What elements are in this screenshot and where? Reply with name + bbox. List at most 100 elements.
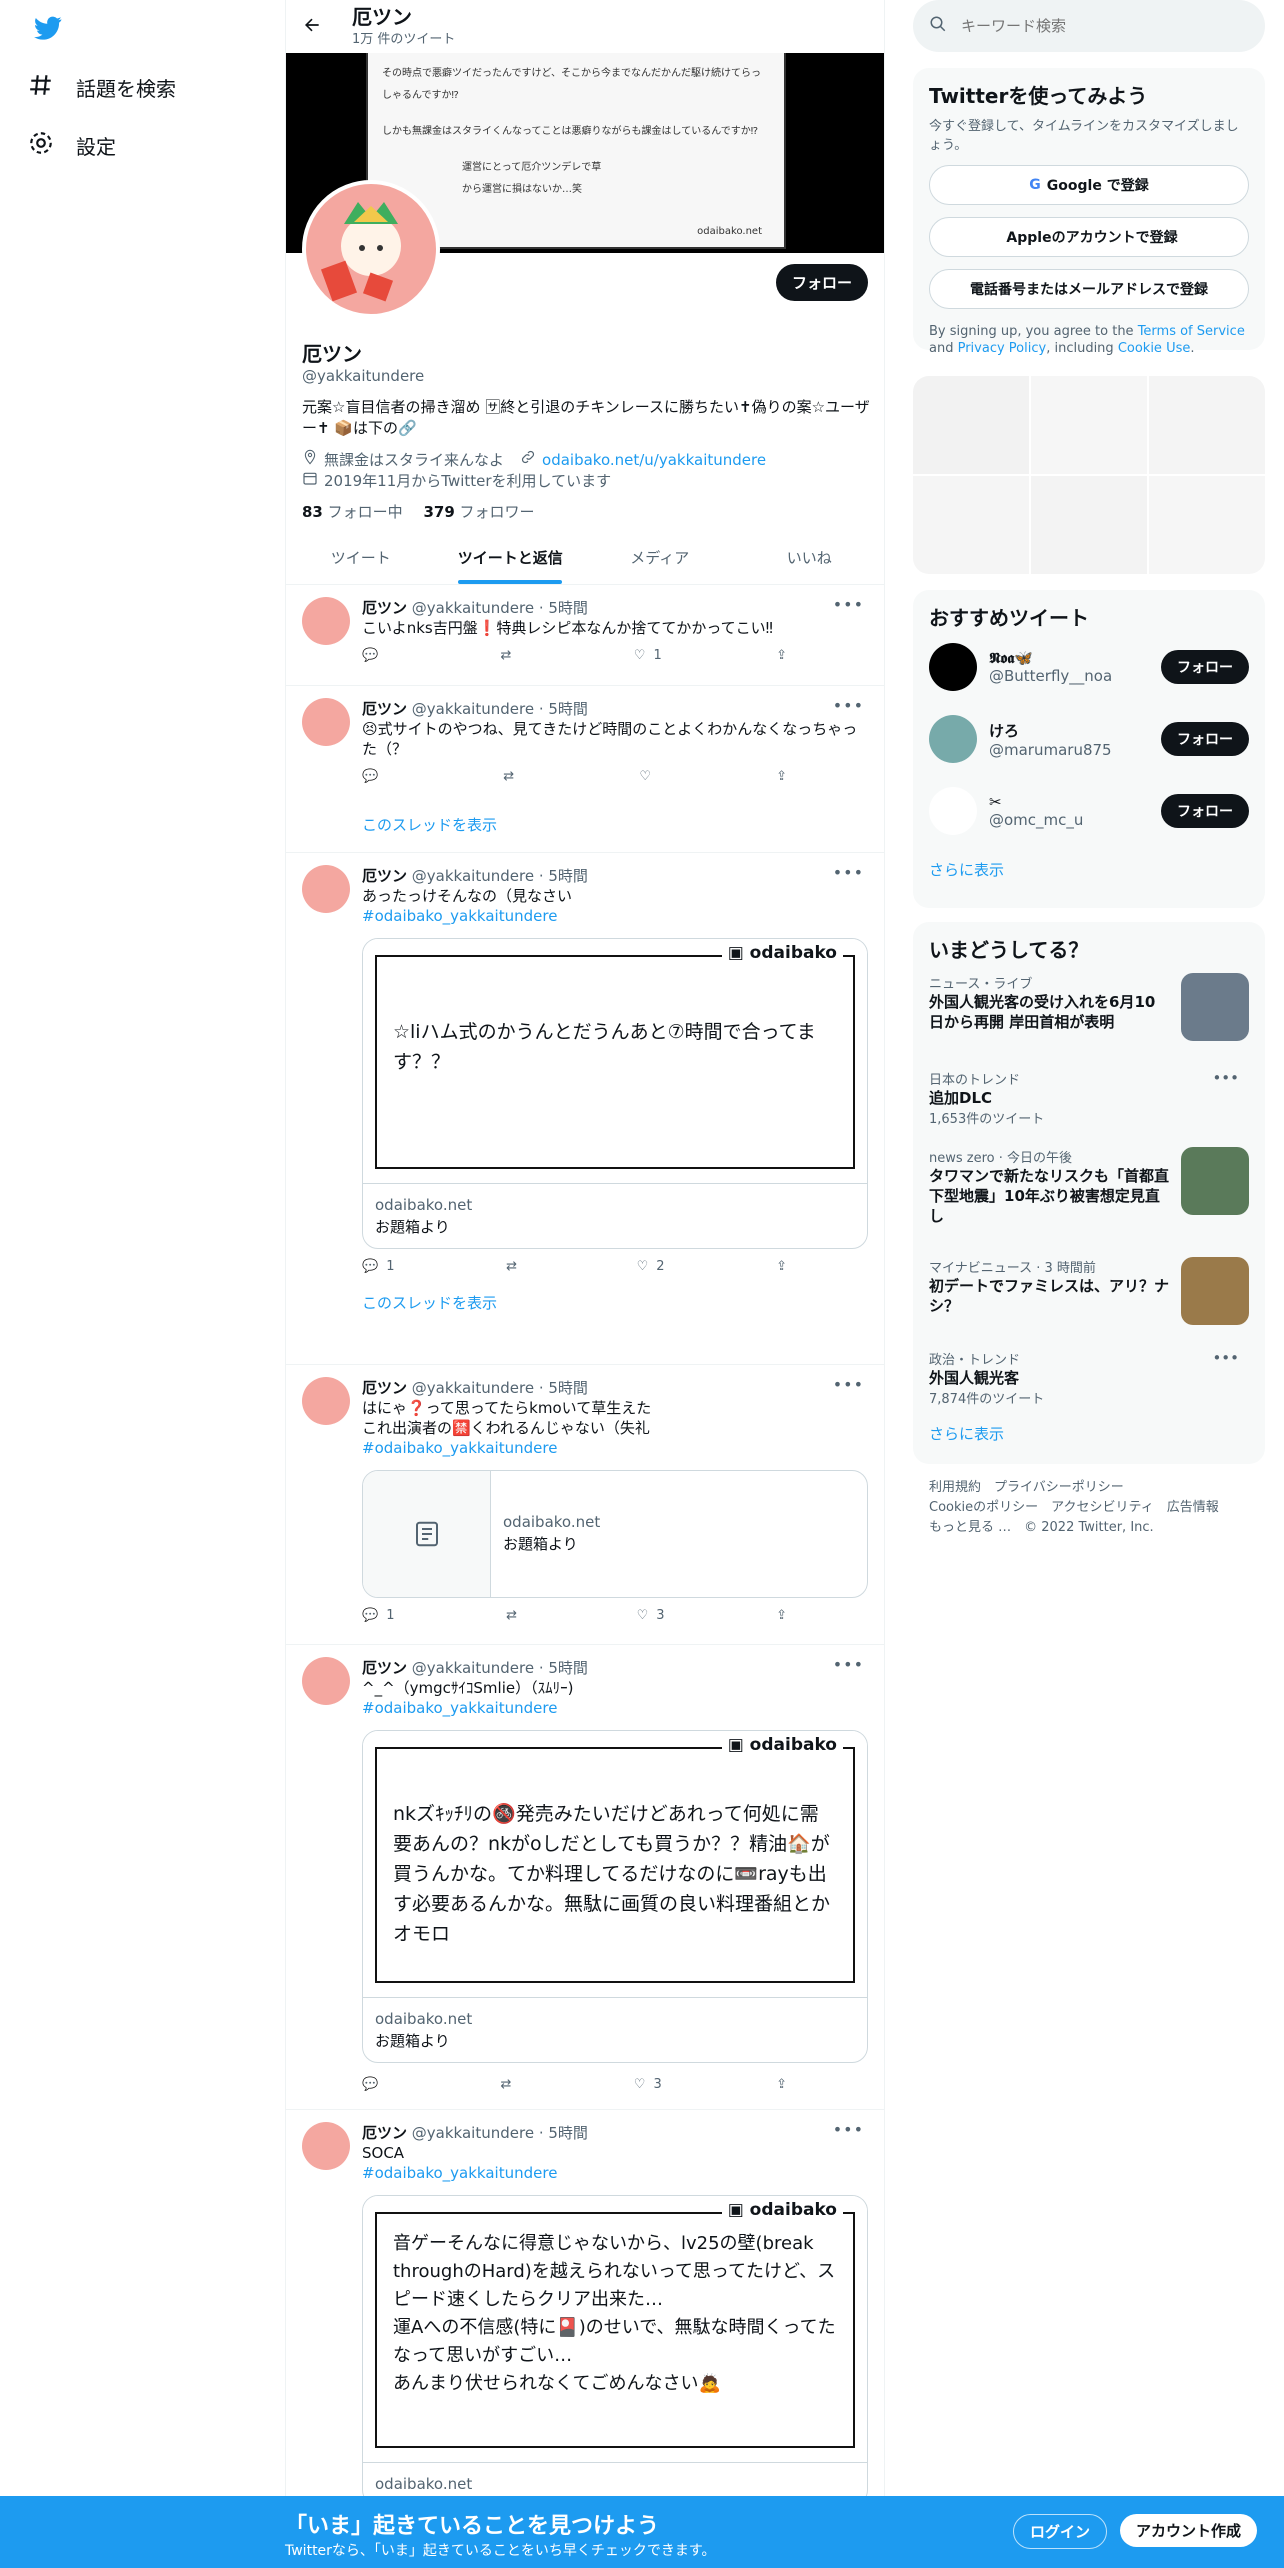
- tab-likes[interactable]: いいね: [735, 532, 885, 584]
- tweet-handle[interactable]: @yakkaitundere: [412, 1379, 534, 1397]
- tweet-time[interactable]: 5時間: [548, 700, 588, 718]
- user-avatar[interactable]: [929, 715, 977, 763]
- footer-line[interactable]: 利用規約 プライバシーポリシー: [929, 1478, 1249, 1498]
- reply-button[interactable]: 💬 1: [362, 1608, 394, 1623]
- media-thumbnail[interactable]: [913, 376, 1029, 474]
- trend-item[interactable]: 日本のトレンド 追加DLC 1,653件のツイート •••: [929, 1059, 1249, 1137]
- tab-tweets[interactable]: ツイート: [286, 532, 436, 584]
- like-button[interactable]: ♡ 1: [634, 648, 662, 663]
- media-thumbnail[interactable]: [1031, 376, 1147, 474]
- tweet-avatar[interactable]: [302, 597, 350, 645]
- user-avatar[interactable]: [929, 643, 977, 691]
- profile-avatar[interactable]: [302, 180, 440, 318]
- footer-links[interactable]: 利用規約 プライバシーポリシー Cookieのポリシー アクセシビリティ 広告情…: [913, 1464, 1265, 1552]
- link-card[interactable]: nkズｷｯﾁﾘの🚳発売みたいだけどあれって何処に需要あんの？nkがoしだとしても…: [362, 1730, 868, 2063]
- follow-button[interactable]: フォロー: [1161, 650, 1249, 684]
- privacy-link[interactable]: Privacy Policy: [958, 341, 1047, 356]
- more-icon[interactable]: •••: [1212, 1069, 1239, 1087]
- reply-button[interactable]: 💬: [362, 648, 386, 663]
- profile-link[interactable]: odaibako.net/u/yakkaitundere: [542, 450, 766, 470]
- tweet-author[interactable]: 厄ツン: [362, 599, 407, 617]
- share-button[interactable]: ⇪: [776, 1259, 787, 1274]
- more-icon[interactable]: •••: [833, 2120, 864, 2139]
- show-thread-link[interactable]: このスレッドを表示: [362, 1280, 868, 1323]
- tweet-time[interactable]: 5時間: [548, 1379, 588, 1397]
- user-avatar[interactable]: [929, 787, 977, 835]
- show-more-link[interactable]: さらに表示: [929, 859, 1249, 880]
- tweet-handle[interactable]: @yakkaitundere: [412, 700, 534, 718]
- apple-signup-button[interactable]: Appleのアカウントで登録: [929, 217, 1249, 257]
- phone-signup-button[interactable]: 電話番号またはメールアドレスで登録: [929, 269, 1249, 309]
- retweet-button[interactable]: ⇄: [506, 1259, 525, 1274]
- followers-link[interactable]: 379 フォロワー: [423, 503, 534, 521]
- follow-button[interactable]: フォロー: [775, 264, 868, 301]
- media-thumbnail[interactable]: [1031, 476, 1147, 574]
- retweet-button[interactable]: ⇄: [501, 648, 520, 663]
- tweet-time[interactable]: 5時間: [548, 867, 588, 885]
- tweet[interactable]: ••• 厄ツン @yakkaitundere · 5時間 あったっけそんなの（見…: [286, 853, 884, 1365]
- trend-item[interactable]: news zero · 今日の午後 タワマンで新たなリスクも「首都直下型地震」1…: [929, 1137, 1249, 1247]
- media-thumbnail[interactable]: [1149, 376, 1265, 474]
- footer-line[interactable]: もっと見る … © 2022 Twitter, Inc.: [929, 1518, 1249, 1538]
- share-button[interactable]: ⇪: [776, 2077, 787, 2092]
- reply-button[interactable]: 💬: [362, 769, 386, 784]
- tweet-handle[interactable]: @yakkaitundere: [412, 867, 534, 885]
- hashtag-link[interactable]: #odaibako_yakkaitundere: [362, 2163, 868, 2183]
- link-card[interactable]: 音ゲーそんなに得意じゃないから、lv25の壁(break throughのHar…: [362, 2195, 868, 2506]
- like-button[interactable]: ♡ 3: [637, 1608, 665, 1623]
- more-icon[interactable]: •••: [833, 863, 864, 882]
- hashtag-link[interactable]: #odaibako_yakkaitundere: [362, 906, 868, 926]
- tweet-author[interactable]: 厄ツン: [362, 867, 407, 885]
- link-card[interactable]: ☆liハム式のかうんとだうんあと⑦時間で合ってます？？ ▣ odaibako o…: [362, 938, 868, 1249]
- more-icon[interactable]: •••: [833, 696, 864, 715]
- trend-item[interactable]: 政治・トレンド 外国人観光客 7,874件のツイート •••: [929, 1339, 1249, 1417]
- tweet-author[interactable]: 厄ツン: [362, 700, 407, 718]
- like-button[interactable]: ♡: [639, 769, 659, 784]
- share-button[interactable]: ⇪: [776, 1608, 787, 1623]
- reply-button[interactable]: 💬 1: [362, 1259, 394, 1274]
- follow-button[interactable]: フォロー: [1161, 794, 1249, 828]
- recommended-user[interactable]: 𝕹𝖔𝖆🦋 @Butterfly__noa フォロー: [929, 631, 1249, 703]
- tweet-avatar[interactable]: [302, 865, 350, 913]
- tweet-handle[interactable]: @yakkaitundere: [412, 1659, 534, 1677]
- tweet-time[interactable]: 5時間: [548, 599, 588, 617]
- tweet-author[interactable]: 厄ツン: [362, 1659, 407, 1677]
- show-thread-link[interactable]: このスレッドを表示: [362, 802, 868, 845]
- footer-line[interactable]: Cookieのポリシー アクセシビリティ 広告情報: [929, 1498, 1249, 1518]
- google-signup-button[interactable]: G Google で登録: [929, 165, 1249, 205]
- tweet-handle[interactable]: @yakkaitundere: [412, 2124, 534, 2142]
- reply-button[interactable]: 💬: [362, 2077, 386, 2092]
- like-button[interactable]: ♡ 2: [637, 1259, 665, 1274]
- tab-tweets-replies[interactable]: ツイートと返信: [436, 532, 586, 584]
- search-bar[interactable]: [913, 0, 1265, 52]
- more-icon[interactable]: •••: [833, 595, 864, 614]
- share-button[interactable]: ⇪: [776, 769, 787, 784]
- trend-item[interactable]: ニュース・ライブ 外国人観光客の受け入れを6月10日から再開 岸田首相が表明: [929, 963, 1249, 1059]
- retweet-button[interactable]: ⇄: [503, 769, 522, 784]
- tweet-avatar[interactable]: [302, 2122, 350, 2170]
- tweet-time[interactable]: 5時間: [548, 1659, 588, 1677]
- follow-button[interactable]: フォロー: [1161, 722, 1249, 756]
- recommended-user[interactable]: ✂ @omc_mc_u フォロー: [929, 775, 1249, 847]
- tweet[interactable]: ••• 厄ツン @yakkaitundere · 5時間 はにゃ❓って思ってたら…: [286, 1365, 884, 1645]
- tweet-avatar[interactable]: [302, 698, 350, 746]
- tweet-author[interactable]: 厄ツン: [362, 2124, 407, 2142]
- media-thumbnail[interactable]: [1149, 476, 1265, 574]
- trend-item[interactable]: マイナビニュース · 3 時間前 初デートでファミレスは、アリ？ナシ？: [929, 1247, 1249, 1339]
- hashtag-link[interactable]: #odaibako_yakkaitundere: [362, 1698, 868, 1718]
- twitter-logo-icon[interactable]: [32, 14, 64, 46]
- retweet-button[interactable]: ⇄: [506, 1608, 525, 1623]
- like-button[interactable]: ♡ 3: [634, 2077, 662, 2092]
- cookie-link[interactable]: Cookie Use: [1118, 341, 1191, 356]
- recommended-user[interactable]: けろ @marumaru875 フォロー: [929, 703, 1249, 775]
- tweet-handle[interactable]: @yakkaitundere: [412, 599, 534, 617]
- back-arrow-icon[interactable]: [302, 15, 322, 39]
- media-thumbnail[interactable]: [913, 476, 1029, 574]
- link-card[interactable]: odaibako.net お題箱より: [362, 1470, 868, 1598]
- nav-explore[interactable]: 話題を検索: [28, 72, 176, 103]
- tweet-time[interactable]: 5時間: [548, 2124, 588, 2142]
- tweet-avatar[interactable]: [302, 1377, 350, 1425]
- tweet[interactable]: ••• 厄ツン @yakkaitundere · 5時間 SOCA #odaib…: [286, 2110, 884, 2506]
- login-button[interactable]: ログイン: [1013, 2514, 1108, 2549]
- tweet[interactable]: ••• 厄ツン @yakkaitundere · 5時間 😣式サイトのやつね、見…: [286, 686, 884, 853]
